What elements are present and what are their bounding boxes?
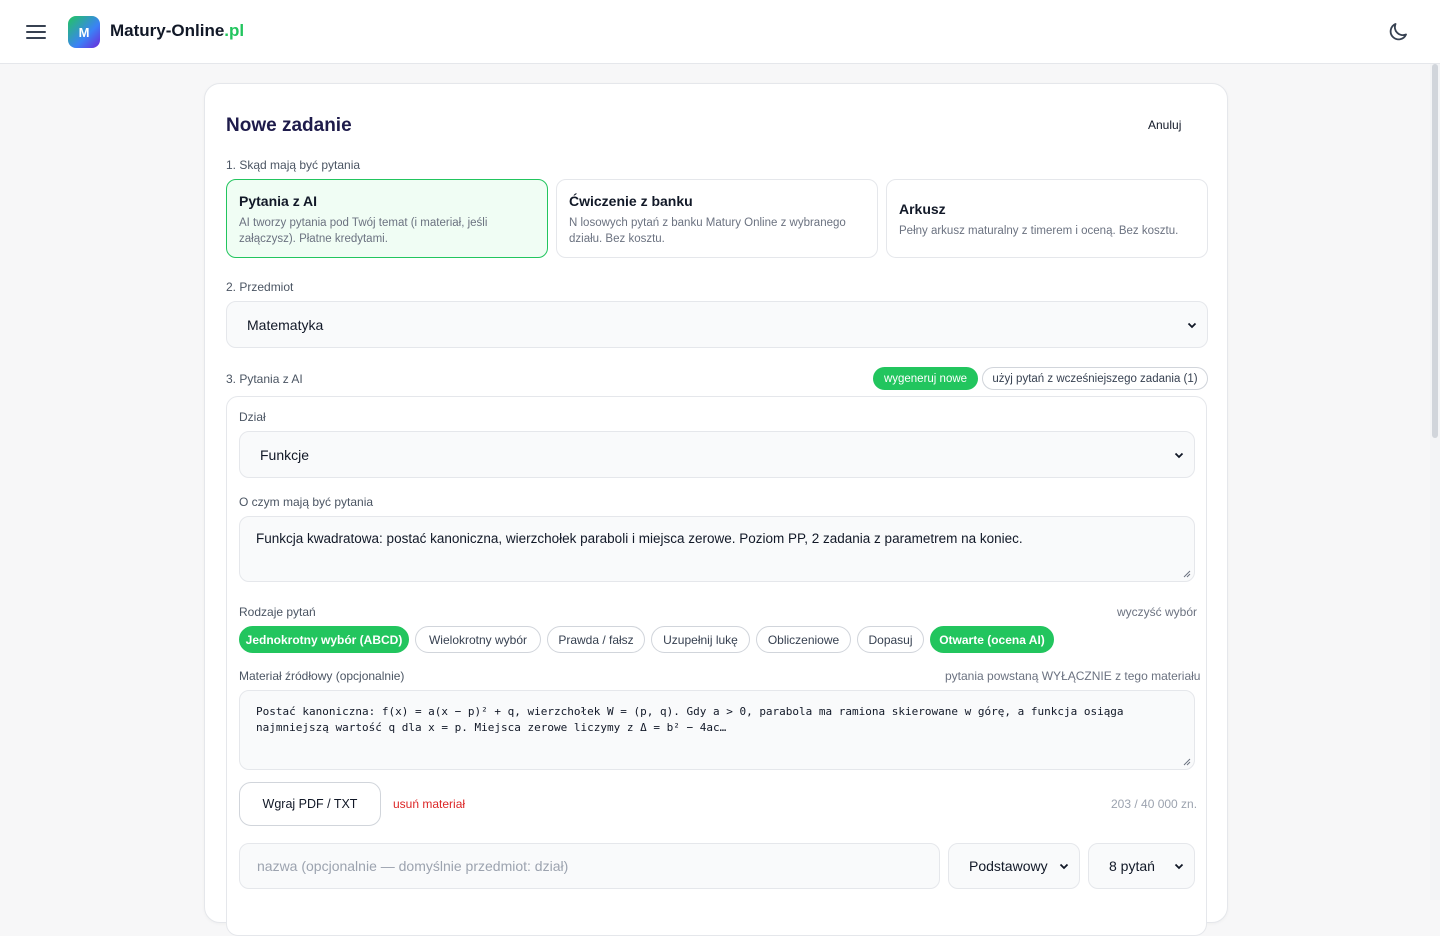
new-task-card: Nowe zadanie Anuluj 1. Skąd mają być pyt… bbox=[204, 83, 1228, 936]
brand-name-tld: .pl bbox=[224, 21, 245, 40]
chevron-down-icon bbox=[1174, 452, 1184, 458]
clear-types-link[interactable]: wyczyść wybór bbox=[1117, 605, 1197, 619]
section-label: Dział bbox=[239, 410, 266, 424]
remove-material-link[interactable]: usuń materiał bbox=[393, 797, 465, 811]
top-bar: M Matury-Online.pl bbox=[0, 0, 1440, 64]
question-type-chip[interactable]: Wielokrotny wybór bbox=[415, 626, 541, 653]
logo-badge[interactable]: M bbox=[68, 16, 100, 48]
scrollbar-thumb[interactable] bbox=[1432, 64, 1438, 438]
chevron-down-icon bbox=[1059, 863, 1069, 870]
topic-label: O czym mają być pytania bbox=[239, 495, 374, 509]
question-type-chip[interactable]: Otwarte (ocena AI) bbox=[930, 626, 1054, 653]
chevron-down-icon bbox=[1187, 322, 1197, 328]
moon-icon[interactable] bbox=[1386, 20, 1410, 44]
question-type-chip[interactable]: Uzupełnij lukę bbox=[651, 626, 750, 653]
task-name-input[interactable] bbox=[239, 843, 940, 889]
step3-label: 3. Pytania z AI bbox=[226, 372, 303, 386]
chevron-down-icon bbox=[1174, 863, 1184, 870]
ai-questions-panel: Dział Funkcje O czym mają być pytania Fu… bbox=[226, 396, 1207, 936]
hamburger-menu-icon[interactable] bbox=[22, 18, 50, 46]
page-title: Nowe zadanie bbox=[226, 115, 352, 136]
material-note: pytania powstaną WYŁĄCZNIE z tego materi… bbox=[945, 669, 1201, 683]
question-count-select[interactable]: 8 pytań bbox=[1088, 843, 1195, 889]
brand-name[interactable]: Matury-Online.pl bbox=[110, 21, 244, 41]
reuse-questions-toggle[interactable]: użyj pytań z wcześniejszego zadania (1) bbox=[982, 367, 1208, 390]
subject-select[interactable]: Matematyka bbox=[226, 301, 1208, 348]
source-option-sheet[interactable]: Arkusz Pełny arkusz maturalny z timerem … bbox=[886, 179, 1208, 258]
question-type-chip[interactable]: Dopasuj bbox=[857, 626, 924, 653]
source-option-desc: N losowych pytań z banku Matury Online z… bbox=[569, 217, 846, 245]
upload-file-button[interactable]: Wgraj PDF / TXT bbox=[239, 782, 381, 826]
resize-handle-icon[interactable] bbox=[1182, 569, 1191, 578]
resize-handle-icon[interactable] bbox=[1182, 757, 1191, 766]
topic-textarea[interactable]: Funkcja kwadratowa: postać kanoniczna, w… bbox=[239, 516, 1195, 582]
source-option-desc: Pełny arkusz maturalny z timerem i oceną… bbox=[899, 225, 1179, 237]
section-select[interactable]: Funkcje bbox=[239, 431, 1195, 478]
question-type-chip[interactable]: Jednokrotny wybór (ABCD) bbox=[239, 626, 409, 653]
topic-textarea-value: Funkcja kwadratowa: postać kanoniczna, w… bbox=[256, 531, 1023, 546]
level-select[interactable]: Podstawowy bbox=[948, 843, 1080, 889]
question-type-chip[interactable]: Prawda / fałsz bbox=[547, 626, 645, 653]
section-select-value: Funkcje bbox=[260, 446, 310, 463]
source-option-title: Arkusz bbox=[899, 201, 946, 217]
step2-label: 2. Przedmiot bbox=[226, 280, 294, 294]
level-select-value: Podstawowy bbox=[969, 858, 1048, 874]
source-option-bank[interactable]: Ćwiczenie z banku N losowych pytań z ban… bbox=[556, 179, 878, 258]
source-option-title: Pytania z AI bbox=[239, 193, 318, 209]
material-textarea[interactable]: Postać kanoniczna: f(x) = a(x − p)² + q,… bbox=[239, 690, 1195, 770]
character-count: 203 / 40 000 zn. bbox=[1111, 797, 1198, 811]
step1-label: 1. Skąd mają być pytania bbox=[226, 158, 361, 172]
material-label: Materiał źródłowy (opcjonalnie) bbox=[239, 669, 405, 683]
question-type-chip[interactable]: Obliczeniowe bbox=[756, 626, 851, 653]
generate-new-toggle[interactable]: wygeneruj nowe bbox=[873, 367, 978, 390]
question-count-select-value: 8 pytań bbox=[1109, 858, 1155, 874]
subject-select-value: Matematyka bbox=[247, 316, 324, 333]
source-option-ai[interactable]: Pytania z AI AI tworzy pytania pod Twój … bbox=[226, 179, 548, 258]
question-types-label: Rodzaje pytań bbox=[239, 605, 316, 619]
source-option-desc: AI tworzy pytania pod Twój temat (i mate… bbox=[239, 217, 488, 245]
cancel-button[interactable]: Anuluj bbox=[1148, 118, 1181, 132]
brand-name-main: Matury-Online bbox=[110, 21, 225, 40]
material-textarea-value: Postać kanoniczna: f(x) = a(x − p)² + q,… bbox=[256, 705, 1124, 734]
source-option-title: Ćwiczenie z banku bbox=[569, 193, 693, 209]
